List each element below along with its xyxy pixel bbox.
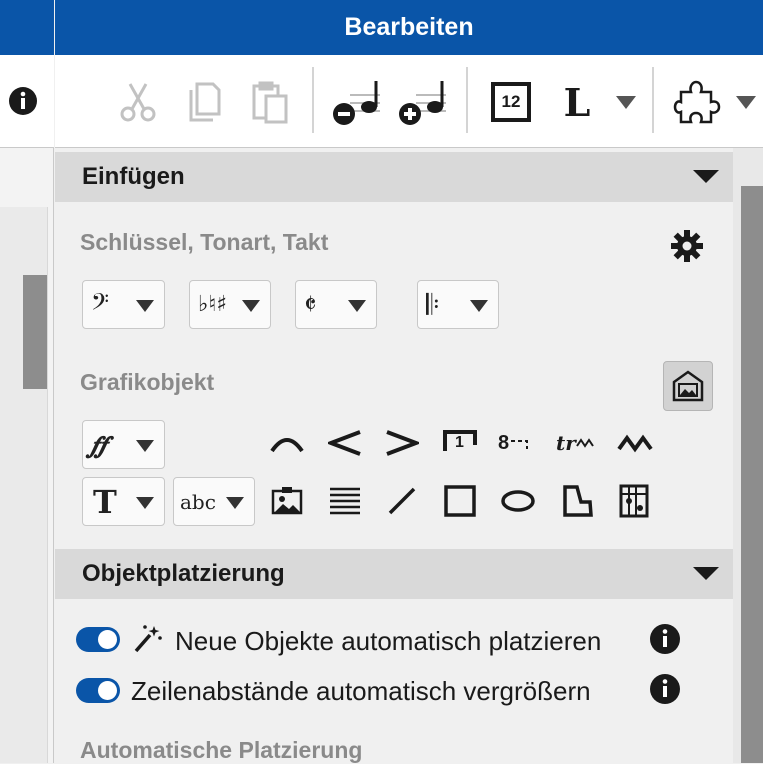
decrescendo-icon[interactable] <box>381 422 423 464</box>
number-box-label: 12 <box>491 82 531 122</box>
image-gallery-button[interactable] <box>663 361 713 411</box>
plugin-icon[interactable] <box>671 79 723 125</box>
remove-note-icon[interactable] <box>331 79 383 125</box>
lyrics-icon: abc <box>180 490 216 514</box>
trill-icon[interactable]: tr <box>556 422 602 464</box>
chevron-down-icon <box>470 300 488 312</box>
section-title: Einfügen <box>82 163 185 190</box>
image-icon <box>672 370 704 402</box>
chevron-down-icon[interactable] <box>733 79 759 125</box>
dynamics-dropdown[interactable]: 𝆑𝆑 <box>82 420 165 469</box>
chevron-down-icon <box>348 300 366 312</box>
window-title: Bearbeiten <box>55 0 763 55</box>
crescendo-icon[interactable] <box>324 422 366 464</box>
left-title-band <box>0 0 54 55</box>
chevron-down-icon <box>136 440 154 452</box>
info-icon[interactable] <box>649 623 681 655</box>
toolbar-separator <box>652 67 654 133</box>
auto-place-label: Neue Objekte automatisch platzieren <box>175 626 602 656</box>
section-title: Objektplatzierung <box>82 560 285 587</box>
clef-dropdown[interactable]: 𝄢 <box>82 280 165 329</box>
rectangle-icon[interactable] <box>439 480 481 522</box>
ellipse-icon[interactable] <box>497 480 539 522</box>
chevron-down-icon <box>136 497 154 509</box>
chevron-down-icon <box>136 300 154 312</box>
collapse-caret-icon[interactable] <box>693 567 719 580</box>
info-icon[interactable] <box>8 86 38 116</box>
dynamics-icon: 𝆑𝆑 <box>91 430 107 459</box>
lyrics-dropdown[interactable]: abc <box>173 477 255 526</box>
bass-clef-icon: 𝄢 <box>91 288 110 321</box>
layout-L-icon[interactable]: L <box>557 79 597 125</box>
key-signature-icon: ♭♮♯ <box>198 292 227 317</box>
cut-time-icon: 𝄵 <box>304 288 317 321</box>
volta-bracket-icon[interactable]: 1 <box>439 422 481 464</box>
auto-placement-subtitle: Automatische Platzierung <box>80 737 363 763</box>
chevron-down-icon[interactable] <box>613 79 639 125</box>
copy-icon[interactable] <box>181 79 227 125</box>
toolbar-separator <box>466 67 468 133</box>
section-header-einfuegen[interactable]: Einfügen <box>55 152 733 202</box>
key-signature-dropdown[interactable]: ♭♮♯ <box>189 280 271 329</box>
time-signature-dropdown[interactable]: 𝄵 <box>295 280 377 329</box>
barline-dropdown[interactable]: 𝄆 <box>417 280 499 329</box>
image-icon[interactable] <box>266 480 308 522</box>
toolbar: 12 L <box>55 55 763 148</box>
graphic-subtitle: Grafikobjekt <box>80 369 215 395</box>
title-text: Bearbeiten <box>344 13 474 41</box>
magic-wand-icon <box>134 625 162 653</box>
left-scrollbar-thumb[interactable] <box>23 275 47 389</box>
text-icon: T <box>93 483 117 521</box>
polygon-icon[interactable] <box>556 480 598 522</box>
staff-lines-icon[interactable] <box>324 480 366 522</box>
text-dropdown[interactable]: T <box>82 477 165 526</box>
octave-line-icon[interactable]: 8 <box>498 422 540 464</box>
cut-icon[interactable] <box>115 79 161 125</box>
scrollbar-thumb[interactable] <box>741 186 763 763</box>
number-box-icon[interactable]: 12 <box>488 79 534 125</box>
trill-label: tr <box>556 431 576 455</box>
chord-grid-icon[interactable] <box>613 480 655 522</box>
volta-label: 1 <box>455 434 464 451</box>
auto-spacing-toggle[interactable] <box>76 678 120 703</box>
collapse-caret-icon[interactable] <box>693 170 719 183</box>
slur-icon[interactable] <box>266 422 308 464</box>
add-note-icon[interactable] <box>397 79 449 125</box>
auto-place-toggle[interactable] <box>76 627 120 652</box>
paste-icon[interactable] <box>247 79 293 125</box>
section-header-objektplatzierung[interactable]: Objektplatzierung <box>55 549 733 599</box>
vibrato-icon[interactable] <box>614 422 656 464</box>
chevron-down-icon <box>226 497 244 509</box>
auto-spacing-label: Zeilenabstände automatisch vergrößern <box>131 676 591 706</box>
line-icon[interactable] <box>381 480 423 522</box>
keys-subtitle: Schlüssel, Tonart, Takt <box>80 229 329 255</box>
repeat-barline-icon: 𝄆 <box>426 288 440 321</box>
toolbar-separator <box>312 67 314 133</box>
gear-icon[interactable] <box>670 229 704 263</box>
layout-label: L <box>563 79 591 125</box>
chevron-down-icon <box>242 300 260 312</box>
octave-label: 8 <box>498 431 510 454</box>
info-icon[interactable] <box>649 673 681 705</box>
